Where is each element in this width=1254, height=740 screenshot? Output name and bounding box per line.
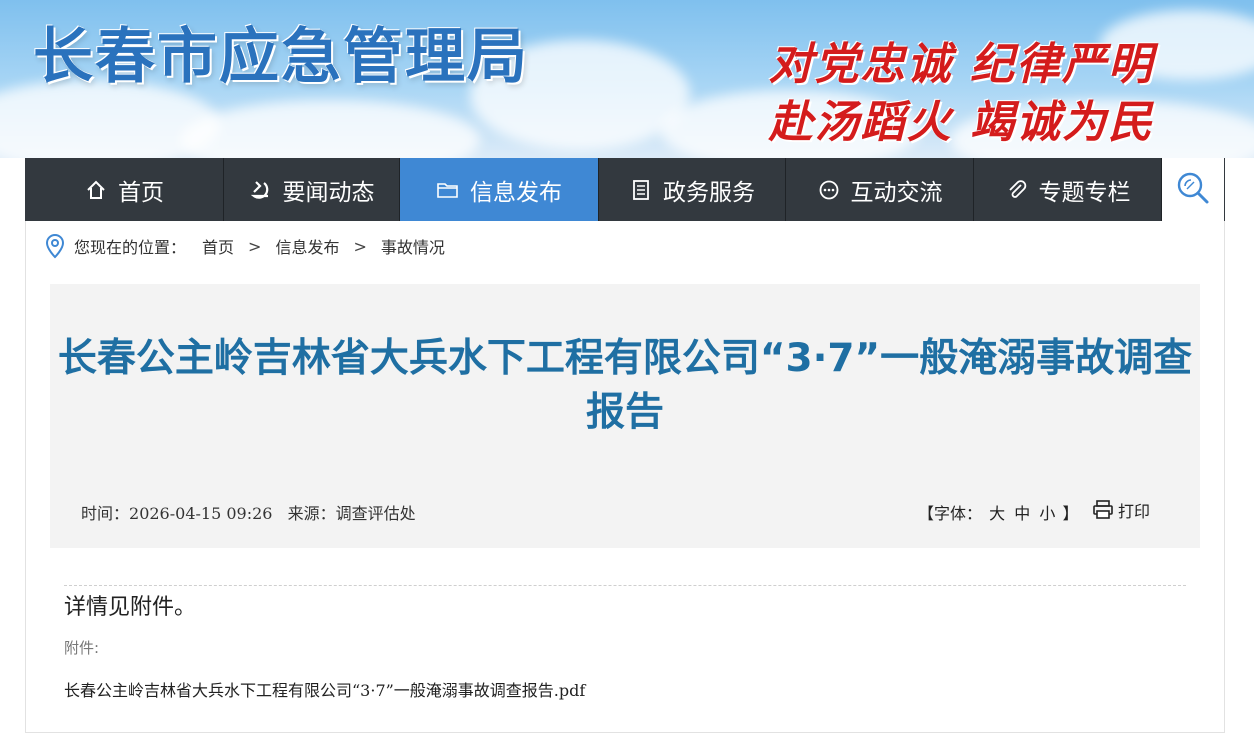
font-size-close: 】 bbox=[1062, 504, 1079, 523]
attachment-link[interactable]: 长春公主岭吉林省大兵水下工程有限公司“3·7”一般淹溺事故调查报告.pdf bbox=[64, 677, 585, 701]
nav-item-interaction[interactable]: 互动交流 bbox=[786, 158, 974, 221]
nav-item-special-topics[interactable]: 专题专栏 bbox=[974, 158, 1162, 221]
font-size-large[interactable]: 大 bbox=[989, 504, 1005, 523]
breadcrumb-prefix: 您现在的位置： bbox=[74, 238, 187, 257]
print-button[interactable]: 打印 bbox=[1092, 498, 1150, 522]
nav-item-gov-service[interactable]: 政务服务 bbox=[599, 158, 786, 221]
article-body: 详情见附件。 bbox=[64, 595, 197, 620]
breadcrumb-home-link[interactable]: 首页 bbox=[202, 234, 234, 258]
font-size-small[interactable]: 小 bbox=[1039, 504, 1055, 523]
nav-item-label: 信息发布 bbox=[470, 179, 562, 206]
breadcrumb-separator: > bbox=[248, 236, 262, 256]
article-header: 长春公主岭吉林省大兵水下工程有限公司“3·7”一般淹溺事故调查报告 时间：202… bbox=[50, 284, 1200, 548]
main-nav: 首页 要闻动态 信息发布 政务服务 互动交流 专题专栏 bbox=[25, 158, 1225, 221]
breadcrumb-accident-link[interactable]: 事故情况 bbox=[381, 234, 445, 258]
font-size-control: 【字体： 大 中 小 】 bbox=[918, 500, 1078, 524]
breadcrumb-info-release-link[interactable]: 信息发布 bbox=[275, 234, 339, 258]
article-title: 长春公主岭吉林省大兵水下工程有限公司“3·7”一般淹溺事故调查报告 bbox=[57, 336, 1193, 435]
cloud-decoration bbox=[180, 100, 480, 158]
paperclip-icon bbox=[1005, 178, 1029, 202]
nav-item-home[interactable]: 首页 bbox=[25, 158, 224, 221]
print-label: 打印 bbox=[1118, 502, 1151, 521]
hammer-sickle-icon bbox=[249, 178, 273, 202]
breadcrumb-separator: > bbox=[353, 236, 367, 256]
chat-bubble-icon bbox=[817, 178, 841, 202]
nav-item-info-release[interactable]: 信息发布 bbox=[400, 158, 599, 221]
home-icon bbox=[84, 178, 108, 202]
breadcrumb: 您现在的位置： 首页 > 信息发布 > 事故情况 bbox=[44, 233, 445, 259]
document-icon bbox=[629, 178, 653, 202]
location-pin-icon bbox=[44, 233, 66, 259]
nav-item-label: 互动交流 bbox=[850, 179, 943, 206]
search-icon bbox=[1175, 170, 1211, 210]
slogan-line-1: 对党忠诚 纪律严明 bbox=[768, 39, 1154, 90]
nav-item-label: 政务服务 bbox=[663, 179, 755, 206]
attachment-label: 附件: bbox=[64, 639, 100, 657]
nav-item-label: 首页 bbox=[118, 179, 164, 206]
content-divider bbox=[64, 585, 1186, 586]
folder-icon bbox=[436, 178, 460, 202]
source-label: 来源： bbox=[287, 504, 336, 523]
nav-item-news[interactable]: 要闻动态 bbox=[224, 158, 400, 221]
font-size-label: 【字体： bbox=[918, 504, 983, 523]
printer-icon bbox=[1092, 500, 1114, 520]
article-meta: 时间：2026-04-15 09:26 来源：调查评估处 bbox=[81, 500, 426, 524]
content-area: 您现在的位置： 首页 > 信息发布 > 事故情况 长春公主岭吉林省大兵水下工程有… bbox=[25, 221, 1225, 733]
font-size-medium[interactable]: 中 bbox=[1014, 504, 1030, 523]
site-title: 长春市应急管理局 bbox=[33, 22, 529, 92]
publish-time: 2026-04-15 09:26 bbox=[129, 504, 273, 523]
header-banner: 长春市应急管理局 对党忠诚 纪律严明 赴汤蹈火 竭诚为民 bbox=[0, 0, 1254, 158]
time-label: 时间： bbox=[81, 504, 130, 523]
source-value: 调查评估处 bbox=[335, 504, 416, 523]
slogan-line-2: 赴汤蹈火 竭诚为民 bbox=[768, 97, 1154, 148]
nav-item-label: 要闻动态 bbox=[282, 179, 375, 206]
nav-item-label: 专题专栏 bbox=[1038, 179, 1131, 206]
search-button[interactable] bbox=[1162, 158, 1224, 221]
